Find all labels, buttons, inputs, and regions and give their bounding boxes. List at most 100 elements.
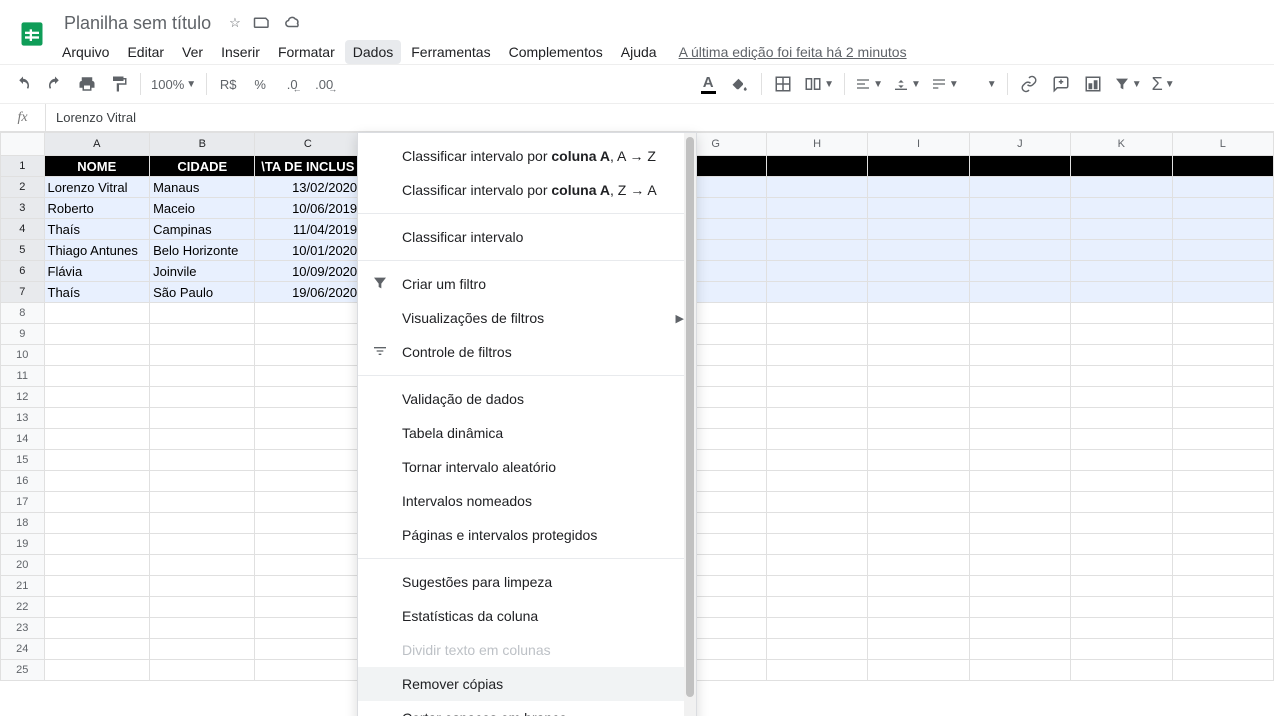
cell-K5[interactable] [1071,240,1172,261]
menu-column-stats[interactable]: Estatísticas da coluna [358,599,696,633]
menu-sort-range[interactable]: Classificar intervalo [358,220,696,254]
menu-ferramentas[interactable]: Ferramentas [403,40,498,64]
cell-H18[interactable] [766,513,867,534]
cell-A8[interactable] [44,303,150,324]
cell-H2[interactable] [766,177,867,198]
zoom-select[interactable]: 100%▼ [147,70,200,98]
cell-J14[interactable] [969,429,1070,450]
cell-L16[interactable] [1172,471,1274,492]
cell-H9[interactable] [766,324,867,345]
cell-B19[interactable] [150,534,255,555]
star-icon[interactable]: ☆ [229,15,241,31]
cell-K13[interactable] [1071,408,1172,429]
wrap-button[interactable]: ▼ [927,70,963,98]
cell-A20[interactable] [44,555,150,576]
cell-K19[interactable] [1071,534,1172,555]
cloud-status-icon[interactable] [283,13,303,34]
cell-B1[interactable]: CIDADE [150,156,255,177]
fill-color-button[interactable] [725,70,755,98]
cell-B8[interactable] [150,303,255,324]
cell-H3[interactable] [766,198,867,219]
cell-A2[interactable]: Lorenzo Vitral [44,177,150,198]
cell-K20[interactable] [1071,555,1172,576]
cell-C17[interactable] [255,492,361,513]
row-header-12[interactable]: 12 [1,387,45,408]
cell-J1[interactable] [969,156,1070,177]
cell-A3[interactable]: Roberto [44,198,150,219]
cell-L11[interactable] [1172,366,1274,387]
cell-J11[interactable] [969,366,1070,387]
cell-J17[interactable] [969,492,1070,513]
col-header-K[interactable]: K [1071,133,1172,156]
cell-C19[interactable] [255,534,361,555]
cell-K8[interactable] [1071,303,1172,324]
col-header-A[interactable]: A [44,133,150,156]
menu-inserir[interactable]: Inserir [213,40,268,64]
cell-C2[interactable]: 13/02/2020 [255,177,361,198]
cell-L8[interactable] [1172,303,1274,324]
borders-button[interactable] [768,70,798,98]
cell-H12[interactable] [766,387,867,408]
cell-L17[interactable] [1172,492,1274,513]
cell-H5[interactable] [766,240,867,261]
formula-bar-input[interactable]: Lorenzo Vitral [46,110,136,125]
menu-randomize-range[interactable]: Tornar intervalo aleatório [358,450,696,484]
cell-K2[interactable] [1071,177,1172,198]
cell-H1[interactable] [766,156,867,177]
cell-A7[interactable]: Thaís [44,282,150,303]
menu-formatar[interactable]: Formatar [270,40,343,64]
row-header-19[interactable]: 19 [1,534,45,555]
menu-editar[interactable]: Editar [119,40,172,64]
menu-dados[interactable]: Dados [345,40,401,64]
cell-B5[interactable]: Belo Horizonte [150,240,255,261]
cell-C21[interactable] [255,576,361,597]
cell-J4[interactable] [969,219,1070,240]
row-header-14[interactable]: 14 [1,429,45,450]
cell-J19[interactable] [969,534,1070,555]
cell-C3[interactable]: 10/06/2019 [255,198,361,219]
percent-button[interactable]: % [245,70,275,98]
menu-sort-az[interactable]: Classificar intervalo por coluna A, A → … [358,139,696,173]
menu-ver[interactable]: Ver [174,40,211,64]
cell-J8[interactable] [969,303,1070,324]
cell-L15[interactable] [1172,450,1274,471]
cell-A17[interactable] [44,492,150,513]
cell-C16[interactable] [255,471,361,492]
cell-I16[interactable] [868,471,969,492]
cell-L10[interactable] [1172,345,1274,366]
cell-A24[interactable] [44,639,150,660]
cell-J15[interactable] [969,450,1070,471]
row-header-24[interactable]: 24 [1,639,45,660]
cell-A25[interactable] [44,660,150,681]
cell-K3[interactable] [1071,198,1172,219]
menu-filter-views[interactable]: Visualizações de filtros▶ [358,301,696,335]
cell-L5[interactable] [1172,240,1274,261]
cell-A4[interactable]: Thaís [44,219,150,240]
row-header-13[interactable]: 13 [1,408,45,429]
cell-A15[interactable] [44,450,150,471]
cell-I18[interactable] [868,513,969,534]
cell-B22[interactable] [150,597,255,618]
cell-I15[interactable] [868,450,969,471]
move-icon[interactable] [253,13,271,34]
cell-L19[interactable] [1172,534,1274,555]
cell-B7[interactable]: São Paulo [150,282,255,303]
cell-C15[interactable] [255,450,361,471]
cell-J3[interactable] [969,198,1070,219]
cell-K12[interactable] [1071,387,1172,408]
cell-I24[interactable] [868,639,969,660]
col-header-I[interactable]: I [868,133,969,156]
cell-H25[interactable] [766,660,867,681]
cell-B10[interactable] [150,345,255,366]
cell-J2[interactable] [969,177,1070,198]
cell-C24[interactable] [255,639,361,660]
print-button[interactable] [72,70,102,98]
cell-J5[interactable] [969,240,1070,261]
cell-K15[interactable] [1071,450,1172,471]
cell-C4[interactable]: 11/04/2019 [255,219,361,240]
menu-filter-control[interactable]: Controle de filtros [358,335,696,369]
cell-A18[interactable] [44,513,150,534]
chart-button[interactable] [1078,70,1108,98]
cell-C1[interactable]: \TA DE INCLUS [255,156,361,177]
cell-K11[interactable] [1071,366,1172,387]
